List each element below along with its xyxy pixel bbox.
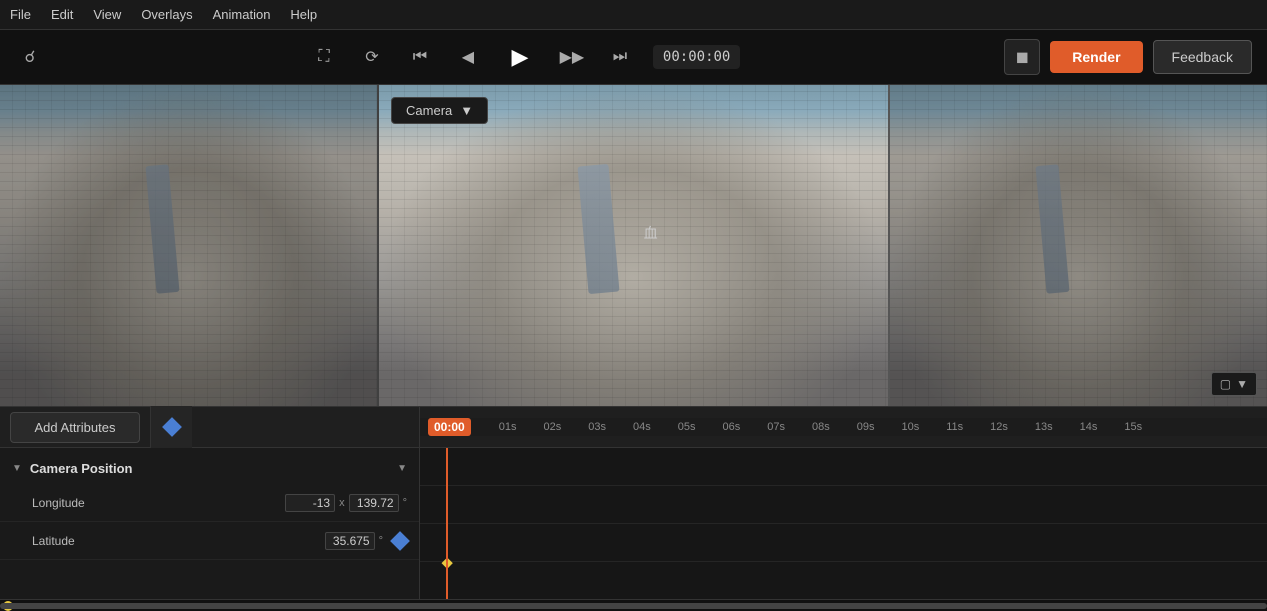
time-mark-current: 00:00 <box>428 418 471 436</box>
feedback-button[interactable]: Feedback <box>1153 40 1252 74</box>
viewport-panel-left <box>0 85 379 406</box>
render-button[interactable]: Render <box>1050 41 1142 73</box>
playhead <box>446 448 448 599</box>
image-button[interactable]: ◼ <box>1004 39 1040 75</box>
layout-chevron: ▼ <box>1236 377 1248 391</box>
cursor-indicator: ⾎ <box>644 223 658 243</box>
time-mark-05s: 05s <box>678 421 696 433</box>
tl-row-section <box>420 448 1267 486</box>
time-mark-08s: 08s <box>812 421 830 433</box>
time-mark-11s: 11s <box>946 421 963 433</box>
diamond-icon <box>162 417 182 437</box>
menu-view[interactable]: View <box>93 7 121 22</box>
camera-position-section[interactable]: ▼ Camera Position ▼ <box>0 453 419 484</box>
keyframe-icon[interactable] <box>150 406 192 448</box>
camera-dropdown[interactable]: Camera ▼ <box>391 97 488 124</box>
skip-start-button[interactable]: ⏮ <box>405 42 435 72</box>
longitude-row: Longitude -13 x 139.72 ° <box>0 484 419 522</box>
time-mark-01s: 01s <box>499 421 517 433</box>
latitude-keyframe-diamond[interactable] <box>390 531 410 551</box>
viewport-panel-right <box>890 85 1267 406</box>
latitude-deg: ° <box>379 535 383 547</box>
timeline-body: ▼ Camera Position ▼ Longitude -13 x 139.… <box>0 448 1267 599</box>
add-attributes-button[interactable]: Add Attributes <box>10 412 140 443</box>
scrollbar-thumb <box>0 603 1267 609</box>
menu-edit[interactable]: Edit <box>51 7 73 22</box>
city-scene-center <box>379 85 888 406</box>
time-mark-02s: 02s <box>543 421 561 433</box>
time-mark-06s: 06s <box>722 421 740 433</box>
longitude-x-value[interactable]: -13 <box>285 494 335 512</box>
viewport: Camera ▼ ⾎ ▢ ▼ <box>0 85 1267 406</box>
step-forward-button[interactable]: ▶▶ <box>557 42 587 72</box>
search-button[interactable]: ☌ <box>15 42 45 72</box>
latitude-label: Latitude <box>32 534 325 548</box>
timeline-ruler: 00:00 01s 02s 03s 04s 05s 06s 07s 08s 09… <box>420 418 1267 436</box>
layout-icon[interactable]: ▢ ▼ <box>1211 372 1257 396</box>
menu-help[interactable]: Help <box>290 7 317 22</box>
timeline-right-panel[interactable] <box>420 448 1267 599</box>
time-mark-12s: 12s <box>990 421 1008 433</box>
step-back-button[interactable]: ◀ <box>453 42 483 72</box>
viewport-bg: Camera ▼ ⾎ <box>0 85 1267 406</box>
camera-label: Camera <box>406 103 452 118</box>
longitude-label: Longitude <box>32 496 285 510</box>
longitude-deg: ° <box>403 497 407 509</box>
loop-button[interactable]: ⟳ <box>357 42 387 72</box>
river-center <box>577 164 619 295</box>
section-arrow-right: ▼ <box>397 463 407 474</box>
timeline-left-panel: ▼ Camera Position ▼ Longitude -13 x 139.… <box>0 448 420 599</box>
river-right <box>1035 165 1069 295</box>
time-mark-09s: 09s <box>857 421 875 433</box>
play-button[interactable]: ▶ <box>501 38 539 76</box>
latitude-value[interactable]: 35.675 ° <box>325 532 383 550</box>
time-mark-03s: 03s <box>588 421 606 433</box>
chevron-down-icon: ▼ <box>460 103 473 118</box>
layout-icon-symbol: ▢ <box>1220 377 1231 391</box>
time-mark-15s: 15s <box>1124 421 1142 433</box>
city-scene-left <box>0 85 377 406</box>
collapse-arrow: ▼ <box>12 463 22 474</box>
timeline-scrollbar[interactable] <box>0 599 1267 611</box>
latitude-row: Latitude 35.675 ° <box>0 522 419 560</box>
tl-row-latitude <box>420 524 1267 562</box>
section-title: Camera Position <box>30 461 133 476</box>
menu-bar: File Edit View Overlays Animation Help <box>0 0 1267 30</box>
skip-end-button[interactable]: ⏭ <box>605 42 635 72</box>
x-separator: x <box>339 497 345 509</box>
tl-row-longitude <box>420 486 1267 524</box>
city-scene-right <box>890 85 1267 406</box>
time-mark-14s: 14s <box>1080 421 1098 433</box>
menu-file[interactable]: File <box>10 7 31 22</box>
river-left <box>145 165 179 295</box>
longitude-value[interactable]: -13 x 139.72 ° <box>285 494 407 512</box>
longitude-num-value[interactable]: 139.72 <box>349 494 399 512</box>
main-content: Camera ▼ ⾎ ▢ ▼ Add Attributes <box>0 85 1267 611</box>
menu-overlays[interactable]: Overlays <box>141 7 192 22</box>
time-mark-07s: 07s <box>767 421 785 433</box>
time-display: 00:00:00 <box>653 45 740 69</box>
timeline-header: Add Attributes 00:00 01s 02s 03s 04s 05s <box>0 406 1267 448</box>
time-mark-13s: 13s <box>1035 421 1053 433</box>
latitude-num-value[interactable]: 35.675 <box>325 532 375 550</box>
timeline-area: Add Attributes 00:00 01s 02s 03s 04s 05s <box>0 406 1267 611</box>
time-mark-10s: 10s <box>901 421 919 433</box>
toolbar: ☌ ⛶ ⟳ ⏮ ◀ ▶ ▶▶ ⏭ 00:00:00 ◼ Render Feedb… <box>0 30 1267 85</box>
fullscreen-button[interactable]: ⛶ <box>309 42 339 72</box>
menu-animation[interactable]: Animation <box>213 7 271 22</box>
time-mark-04s: 04s <box>633 421 651 433</box>
viewport-panel-center[interactable]: Camera ▼ ⾎ <box>379 85 890 406</box>
